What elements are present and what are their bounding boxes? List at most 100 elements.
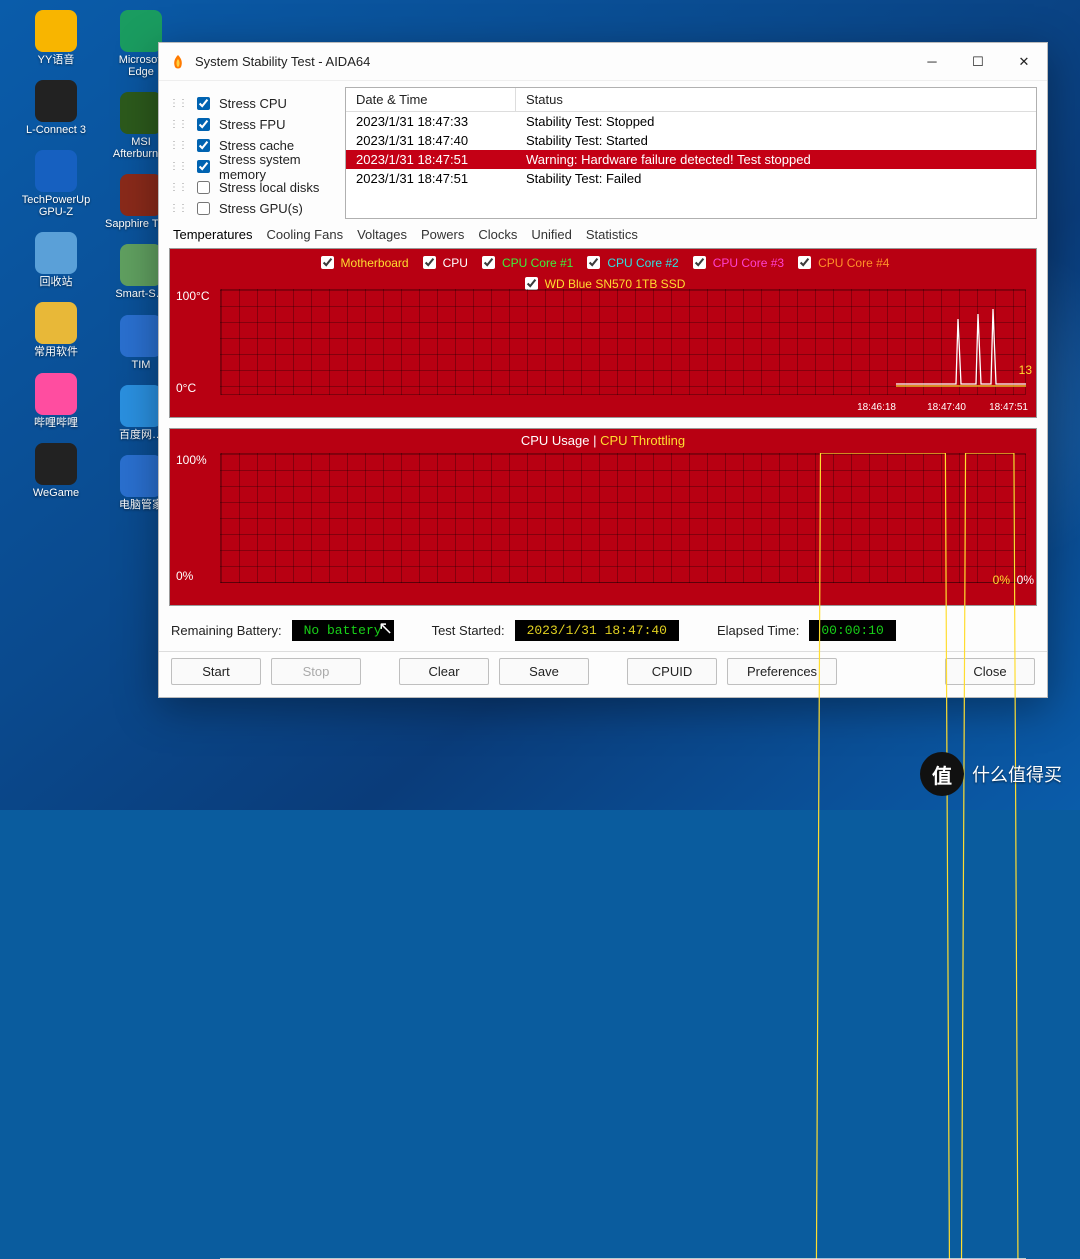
stress-label: Stress local disks xyxy=(219,180,319,195)
tab-clocks[interactable]: Clocks xyxy=(478,227,517,242)
aida64-window: System Stability Test - AIDA64 ─ ☐ ✕ ⋮⋮S… xyxy=(158,42,1048,698)
watermark: 值 什么值得买 xyxy=(920,752,1062,796)
x-tick: 18:47:40 xyxy=(927,402,966,413)
window-title: System Stability Test - AIDA64 xyxy=(195,54,370,69)
x-tick: 18:46:18 xyxy=(857,402,896,413)
log-row[interactable]: 2023/1/31 18:47:40Stability Test: Starte… xyxy=(346,131,1036,150)
legend-checkbox[interactable] xyxy=(693,256,706,269)
log-row[interactable]: 2023/1/31 18:47:33Stability Test: Stoppe… xyxy=(346,112,1036,131)
stress-option[interactable]: ⋮⋮Stress CPU xyxy=(169,93,337,114)
temp-y-min: 0°C xyxy=(176,381,196,395)
app-icon xyxy=(35,10,77,52)
app-icon xyxy=(120,385,162,427)
legend-label: CPU Core #3 xyxy=(713,256,784,270)
log-header-status: Status xyxy=(516,88,573,111)
legend-item[interactable]: CPU xyxy=(419,253,468,272)
log-header-datetime: Date & Time xyxy=(346,88,516,111)
desktop-icon[interactable]: 回收站 xyxy=(20,232,92,288)
usage-current: 0% xyxy=(1017,573,1034,587)
icon-label: TIM xyxy=(132,359,151,371)
legend-item[interactable]: CPU Core #2 xyxy=(583,253,678,272)
chart-tabs: Temperatures Cooling Fans Voltages Powers Cl… xyxy=(159,219,1047,248)
titlebar[interactable]: System Stability Test - AIDA64 ─ ☐ ✕ xyxy=(159,43,1047,81)
stress-checkbox[interactable] xyxy=(197,181,210,194)
legend-checkbox[interactable] xyxy=(798,256,811,269)
stress-option[interactable]: ⋮⋮Stress local disks xyxy=(169,177,337,198)
tab-cooling-fans[interactable]: Cooling Fans xyxy=(266,227,343,242)
watermark-text: 什么值得买 xyxy=(972,761,1062,787)
stress-options: ⋮⋮Stress CPU⋮⋮Stress FPU⋮⋮Stress cache⋮⋮… xyxy=(169,87,337,219)
legend-item[interactable]: CPU Core #4 xyxy=(794,253,889,272)
legend-item[interactable]: CPU Core #3 xyxy=(689,253,784,272)
app-icon xyxy=(120,10,162,52)
usage-y-max: 100% xyxy=(176,453,207,467)
icon-label: WeGame xyxy=(33,487,79,499)
log-time: 2023/1/31 18:47:51 xyxy=(346,169,516,188)
legend-checkbox[interactable] xyxy=(423,256,436,269)
close-button[interactable]: ✕ xyxy=(1001,43,1047,81)
legend-label: CPU Core #2 xyxy=(607,256,678,270)
log-row[interactable]: 2023/1/31 18:47:51Warning: Hardware fail… xyxy=(346,150,1036,169)
legend-checkbox[interactable] xyxy=(587,256,600,269)
stress-checkbox[interactable] xyxy=(197,118,210,131)
desktop-icon[interactable]: 常用软件 xyxy=(20,302,92,358)
icon-label: YY语音 xyxy=(38,54,75,66)
app-icon xyxy=(35,232,77,274)
watermark-badge-icon: 值 xyxy=(920,752,964,796)
stress-checkbox[interactable] xyxy=(197,202,210,215)
stress-option[interactable]: ⋮⋮Stress FPU xyxy=(169,114,337,135)
tab-powers[interactable]: Powers xyxy=(421,227,464,242)
usage-title-a: CPU Usage xyxy=(521,433,590,448)
stress-option[interactable]: ⋮⋮Stress system memory xyxy=(169,156,337,177)
minimize-button[interactable]: ─ xyxy=(909,43,955,81)
app-icon xyxy=(35,373,77,415)
legend-label: CPU Core #4 xyxy=(818,256,889,270)
legend-label: Motherboard xyxy=(341,256,409,270)
desktop-icons-column-1: YY语音 L-Connect 3 TechPowerUp GPU-Z 回收站常用软件哔… xyxy=(20,10,92,499)
stress-label: Stress system memory xyxy=(219,152,337,182)
icon-label: 常用软件 xyxy=(34,346,78,358)
temp-current-value: 13 xyxy=(1019,363,1032,377)
app-icon xyxy=(120,315,162,357)
log-status: Stability Test: Stopped xyxy=(516,112,1036,131)
desktop-icon[interactable]: L-Connect 3 xyxy=(20,80,92,136)
stress-checkbox[interactable] xyxy=(197,97,210,110)
app-icon xyxy=(35,443,77,485)
app-icon xyxy=(35,80,77,122)
tab-temperatures[interactable]: Temperatures xyxy=(173,227,252,242)
desktop-icon[interactable]: WeGame xyxy=(20,443,92,499)
icon-label: 哔哩哔哩 xyxy=(34,417,78,429)
usage-y-min: 0% xyxy=(176,569,193,583)
desktop-icon[interactable]: YY语音 xyxy=(20,10,92,66)
stress-checkbox[interactable] xyxy=(197,139,210,152)
app-icon xyxy=(120,455,162,497)
stress-label: Stress GPU(s) xyxy=(219,201,303,216)
app-icon xyxy=(120,92,162,134)
stress-option[interactable]: ⋮⋮Stress GPU(s) xyxy=(169,198,337,219)
log-row[interactable]: 2023/1/31 18:47:51Stability Test: Failed xyxy=(346,169,1036,188)
legend-checkbox[interactable] xyxy=(482,256,495,269)
legend-label: CPU xyxy=(443,256,468,270)
x-tick: 18:47:51 xyxy=(989,402,1028,413)
legend-label: CPU Core #1 xyxy=(502,256,573,270)
log-status: Warning: Hardware failure detected! Test… xyxy=(516,150,1036,169)
maximize-button[interactable]: ☐ xyxy=(955,43,1001,81)
usage-title-b: CPU Throttling xyxy=(600,433,685,448)
stress-checkbox[interactable] xyxy=(197,160,210,173)
icon-label: 回收站 xyxy=(40,276,73,288)
app-icon xyxy=(35,302,77,344)
legend-checkbox[interactable] xyxy=(321,256,334,269)
log-time: 2023/1/31 18:47:40 xyxy=(346,131,516,150)
tab-statistics[interactable]: Statistics xyxy=(586,227,638,242)
tab-unified[interactable]: Unified xyxy=(531,227,571,242)
app-icon xyxy=(35,150,77,192)
log-time: 2023/1/31 18:47:51 xyxy=(346,150,516,169)
icon-label: TechPowerUp GPU-Z xyxy=(20,194,92,218)
legend-item[interactable]: CPU Core #1 xyxy=(478,253,573,272)
throttle-current: 0% xyxy=(993,573,1010,587)
desktop-icon[interactable]: 哔哩哔哩 xyxy=(20,373,92,429)
tab-voltages[interactable]: Voltages xyxy=(357,227,407,242)
desktop-icon[interactable]: TechPowerUp GPU-Z xyxy=(20,150,92,218)
app-icon xyxy=(120,244,162,286)
legend-item[interactable]: Motherboard xyxy=(317,253,409,272)
